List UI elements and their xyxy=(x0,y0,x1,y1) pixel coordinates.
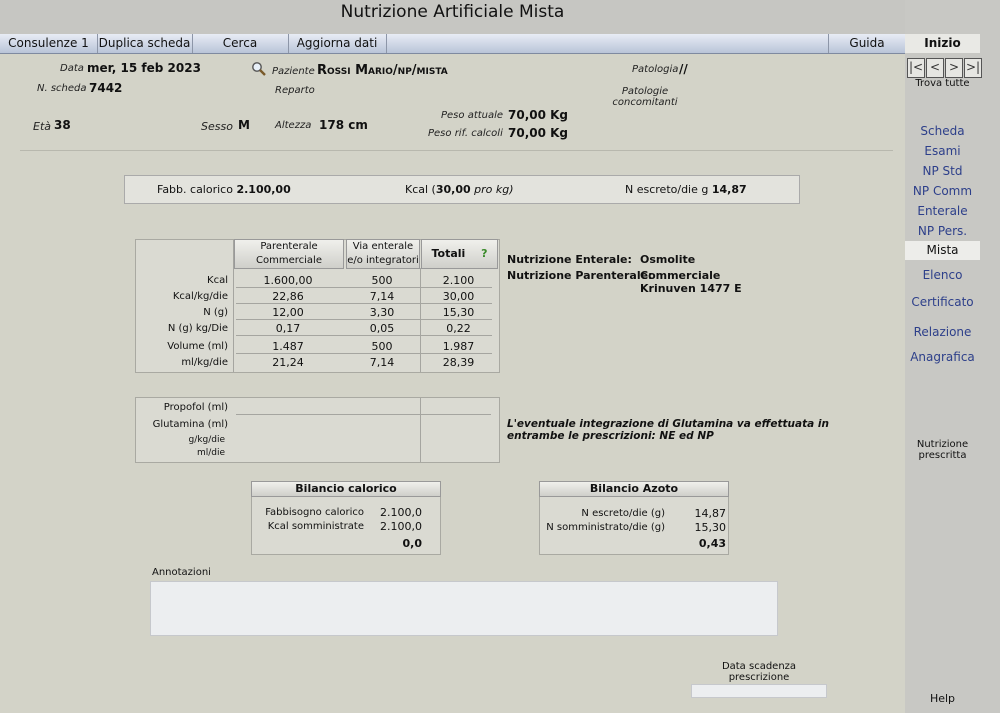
data-scadenza-field[interactable] xyxy=(691,684,827,698)
sidebar-item-relazione[interactable]: Relazione xyxy=(905,325,980,339)
data-value: mer, 15 feb 2023 xyxy=(87,61,201,75)
enterale-label: Nutrizione Enterale: xyxy=(507,253,632,266)
nutrizione-prescritta-label: Nutrizione prescritta xyxy=(916,439,969,461)
sidebar-item-certificato[interactable]: Certificato xyxy=(905,295,980,309)
sesso-label: Sesso xyxy=(201,120,233,133)
cerca-button[interactable]: Cerca xyxy=(192,34,289,53)
annotazioni-label: Annotazioni xyxy=(152,567,211,578)
divider xyxy=(236,414,491,415)
bilancio-azoto-panel: Bilancio Azoto N escreto/die (g) 14,87 N… xyxy=(539,481,729,555)
n-escreto: N escreto/die g 14,87 xyxy=(625,183,747,196)
concomitanti-label: Patologie concomitanti xyxy=(612,86,678,108)
search-icon[interactable] xyxy=(251,61,267,77)
sidebar-item-np-std[interactable]: NP Std xyxy=(905,164,980,178)
help-button[interactable]: Help xyxy=(905,692,980,705)
bilancio-calorico-diff: 0,0 xyxy=(402,537,423,550)
previous-record-button[interactable]: < xyxy=(926,58,944,78)
sesso-value: M xyxy=(238,118,250,132)
kcal-pro-kg-value: 30,00 xyxy=(435,183,471,196)
header-divider xyxy=(20,150,893,151)
eta-label: Età xyxy=(33,120,52,133)
patologia-label: Patologia xyxy=(632,64,679,75)
window-title-bar: Nutrizione Artificiale Mista xyxy=(0,0,905,34)
trova-tutte-button[interactable]: Trova tutte xyxy=(905,78,980,89)
peso-label: Peso attuale xyxy=(441,110,504,121)
reparto-label: Reparto xyxy=(275,85,315,96)
altezza-value: 178 cm xyxy=(319,118,368,132)
kcal-pro-kg: Kcal (30,00 pro kg) xyxy=(405,183,514,196)
sidebar-item-mista[interactable]: Mista xyxy=(905,241,980,260)
altezza-label: Altezza xyxy=(275,120,312,131)
nutrition-table: Parenterale Commerciale Via enterale e/o… xyxy=(135,239,500,373)
bilancio-azoto-diff: 0,43 xyxy=(698,537,726,550)
guida-button[interactable]: Guida xyxy=(828,34,905,53)
header-enterale: Via enterale e/o integratori xyxy=(346,239,420,269)
n-escreto-label: N escreto/die (g) xyxy=(581,508,665,519)
sidebar-item-np-pers[interactable]: NP Pers. xyxy=(905,224,980,238)
sidebar-item-np-comm[interactable]: NP Comm xyxy=(905,184,980,198)
integrazione-box: Propofol (ml) Glutamina (ml) g/kg/die ml… xyxy=(135,397,500,463)
bilancio-azoto-title: Bilancio Azoto xyxy=(539,481,729,497)
parenterale-label: Nutrizione Parenterale: xyxy=(507,269,653,282)
window-title: Nutrizione Artificiale Mista xyxy=(340,2,565,22)
eta-value: 38 xyxy=(54,118,71,132)
sidebar-item-anagrafica[interactable]: Anagrafica xyxy=(905,350,980,364)
n-somministrato-label: N somministrato/die (g) xyxy=(546,522,665,533)
glutamina-label: Glutamina (ml) xyxy=(152,419,228,430)
bilancio-calorico-panel: Bilancio calorico Fabbisogno calorico 2.… xyxy=(251,481,441,555)
fabbisogno-label: Fabb. calorico 2.100,00 xyxy=(157,183,291,196)
paziente-label: Paziente xyxy=(272,66,315,77)
annotazioni-textarea[interactable] xyxy=(150,581,778,636)
last-record-button[interactable]: >| xyxy=(964,58,982,78)
propofol-label: Propofol (ml) xyxy=(163,402,228,413)
n-escreto-bilancio-value: 14,87 xyxy=(694,507,727,520)
kcal-somministrate-label: Kcal somministrate xyxy=(267,521,364,532)
menu-bar: Consulenze 1 Duplica scheda Cerca Aggior… xyxy=(0,34,905,54)
sidebar-item-enterale[interactable]: Enterale xyxy=(905,204,980,218)
header-totali: Totali ? xyxy=(421,239,498,269)
fabbisogno-bar: Fabb. calorico 2.100,00 Kcal (30,00 pro … xyxy=(124,175,800,204)
peso-value: 70,00 Kg xyxy=(508,108,569,122)
peso-rif-value: 70,00 Kg xyxy=(508,126,569,140)
glutamina-note: L'eventuale integrazione di Glutamina va… xyxy=(507,418,829,442)
gkg-label: g/kg/die xyxy=(188,435,225,445)
consulenze-button[interactable]: Consulenze 1 xyxy=(0,34,98,53)
parenterale-value: Commerciale xyxy=(640,269,721,282)
patologia-value: // xyxy=(679,62,688,76)
next-record-button[interactable]: > xyxy=(945,58,963,78)
enterale-value: Osmolite xyxy=(640,253,696,266)
aggiorna-dati-button[interactable]: Aggiorna dati xyxy=(288,34,387,53)
parenterale-product: Krinuven 1477 E xyxy=(640,282,742,295)
mldie-label: ml/die xyxy=(196,448,225,458)
header-parenterale: Parenterale Commerciale xyxy=(234,239,344,269)
data-label: Data xyxy=(60,63,84,74)
peso-rif-label: Peso rif. calcoli xyxy=(428,128,503,139)
sidebar-item-elenco[interactable]: Elenco xyxy=(905,268,980,282)
fabbisogno-calorico-label: Fabbisogno calorico xyxy=(265,507,364,518)
kcal-somministrate-value: 2.100,0 xyxy=(380,520,422,533)
fabbisogno-value: 2.100,00 xyxy=(236,183,291,196)
sidebar-item-esami[interactable]: Esami xyxy=(905,144,980,158)
duplica-scheda-button[interactable]: Duplica scheda xyxy=(97,34,193,53)
n-escreto-value: 14,87 xyxy=(711,183,747,196)
bilancio-calorico-title: Bilancio calorico xyxy=(251,481,441,497)
fabbisogno-calorico-value: 2.100,0 xyxy=(380,506,422,519)
divider xyxy=(420,398,421,462)
scheda-label: N. scheda xyxy=(37,83,87,94)
paziente-value: Rossi Mario/np/mista xyxy=(317,63,448,78)
inizio-button[interactable]: Inizio xyxy=(905,34,980,53)
n-somministrato-value: 15,30 xyxy=(694,521,727,534)
first-record-button[interactable]: |< xyxy=(907,58,925,78)
scheda-value: 7442 xyxy=(89,81,123,95)
help-icon[interactable]: ? xyxy=(481,247,487,260)
sidebar-item-scheda[interactable]: Scheda xyxy=(905,124,980,138)
data-scadenza-label: Data scadenza prescrizione xyxy=(721,661,797,683)
